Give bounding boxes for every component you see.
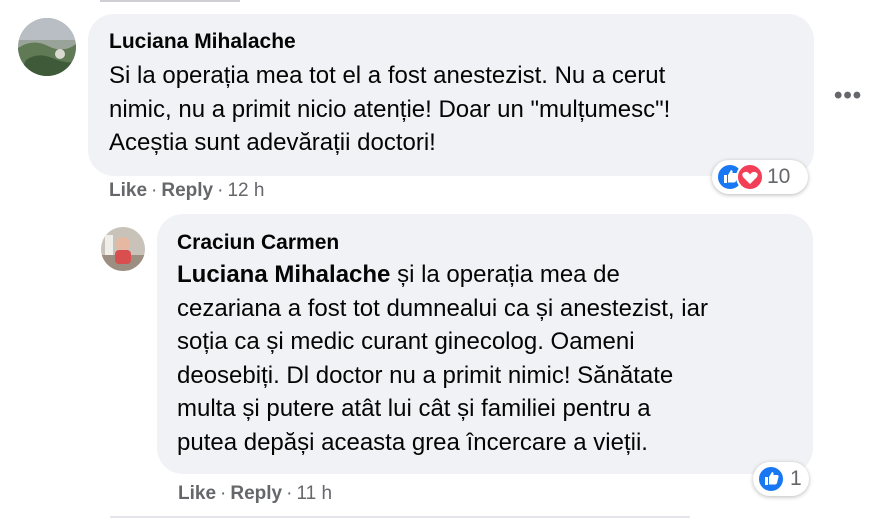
reply-button[interactable]: Reply — [230, 483, 282, 504]
comment-line: Aceștia sunt adevărații doctori! — [109, 129, 436, 156]
comment-line: Luciana Mihalache și la operația mea de — [177, 258, 708, 292]
avatar[interactable] — [18, 18, 76, 76]
like-button[interactable]: Like — [178, 483, 216, 504]
reaction-count: 10 — [767, 165, 791, 188]
more-options-icon[interactable]: ••• — [834, 82, 862, 110]
like-reaction-icon — [757, 465, 785, 493]
reaction-summary[interactable]: 1 — [753, 462, 809, 496]
comment-line: deosebiți. Dl doctor nu a primit nimic! … — [177, 361, 674, 389]
comment-line-rest: și la operația mea de — [390, 261, 620, 288]
comment-line: cezariana a fost tot dumnealui ca și ane… — [177, 294, 708, 322]
reply-bubble: Craciun Carmen Luciana Mihalache și la o… — [157, 214, 813, 474]
comment-timestamp[interactable]: 11 h — [296, 483, 332, 504]
separator-dot: · — [220, 483, 227, 504]
avatar-photo-icon — [18, 18, 76, 76]
comment-line: nimic, nu a primit nicio atenție! Doar u… — [109, 95, 671, 123]
mention-link[interactable]: Luciana Mihalache — [177, 261, 390, 288]
avatar-photo-icon — [101, 227, 145, 271]
reaction-summary[interactable]: 10 — [712, 160, 808, 194]
separator-dot: · — [217, 180, 224, 201]
comment-actions: Like · Reply · 11 h — [178, 483, 332, 505]
reaction-count: 1 — [790, 467, 802, 490]
comment-actions: Like · Reply · 12 h — [109, 180, 264, 202]
comment-text: Luciana Mihalache și la operația mea de … — [177, 258, 708, 459]
comment-author[interactable]: Luciana Mihalache — [109, 30, 296, 54]
avatar[interactable] — [101, 227, 145, 271]
comment-text: Si la operația mea tot el a fost anestez… — [109, 59, 670, 160]
top-divider — [100, 0, 240, 2]
comment-author[interactable]: Craciun Carmen — [177, 231, 339, 255]
comment-bubble: Luciana Mihalache Si la operația mea tot… — [88, 14, 814, 176]
like-button[interactable]: Like — [109, 180, 147, 201]
comment-timestamp[interactable]: 12 h — [227, 180, 264, 201]
separator-dot: · — [151, 180, 158, 201]
reply-button[interactable]: Reply — [161, 180, 213, 201]
separator-dot: · — [286, 483, 293, 504]
comment-line: multa și putere atât lui cât și familiei… — [177, 395, 651, 422]
comment-line: putea depăși aceasta grea încercare a vi… — [177, 428, 648, 456]
comment-line: soția ca și medic curant ginecolog. Oame… — [177, 328, 635, 355]
comment-line: Si la operația mea tot el a fost anestez… — [109, 62, 666, 89]
